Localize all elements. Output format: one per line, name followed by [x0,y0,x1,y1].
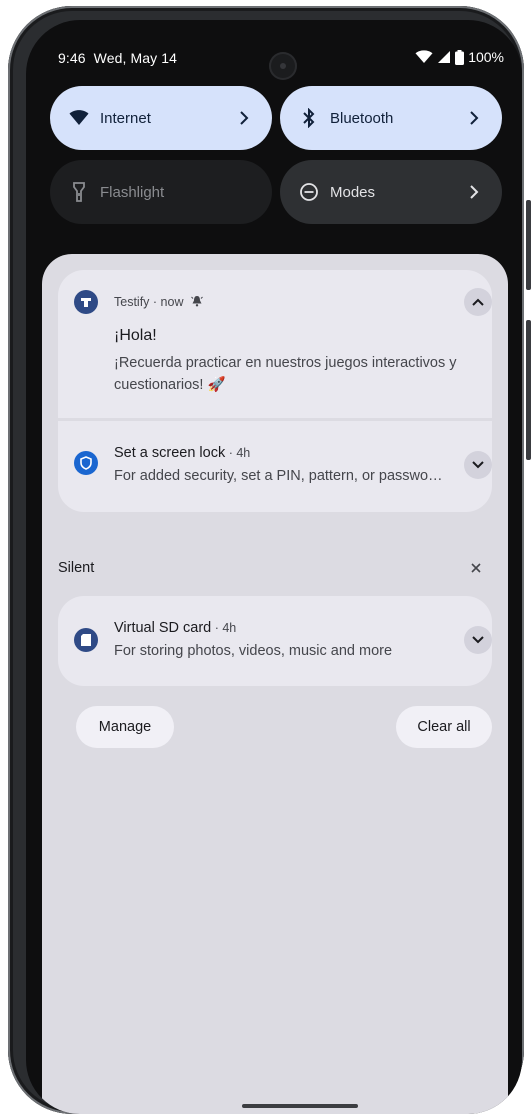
front-camera [269,52,297,80]
clock: 9:46 [58,50,86,66]
notification-shade: Testify · now ¡Hola! ¡Recuerda practicar… [42,254,508,1114]
notification-time: 4h [236,446,251,460]
notification-time: now [160,295,184,309]
chevron-right-icon [236,110,252,126]
app-name: Testify [114,295,150,309]
bluetooth-label: Bluetooth [330,109,394,127]
testify-header: Testify · now [114,295,203,309]
chevron-right-icon [466,184,482,200]
notification-body: For storing photos, videos, music and mo… [114,643,393,659]
battery-icon [455,49,465,65]
shield-icon [74,451,98,475]
phone-frame: 9:46 Wed, May 14 100% Internet Bluetooth… [8,6,524,1114]
bluetooth-icon [298,107,320,129]
notification-testify[interactable]: Testify · now ¡Hola! ¡Recuerda practicar… [58,270,492,418]
clear-all-button[interactable]: Clear all [396,706,492,748]
modes-icon [298,181,320,203]
notification-title: Set a screen lock [114,445,226,461]
chevron-up-icon [472,298,484,306]
flashlight-tile[interactable]: Flashlight [50,160,272,224]
bluetooth-tile[interactable]: Bluetooth [280,86,502,150]
battery-percent: 100% [468,49,504,65]
manage-button[interactable]: Manage [76,706,174,748]
home-indicator[interactable] [242,1104,358,1108]
modes-label: Modes [330,183,376,201]
notification-screen-lock[interactable]: Set a screen lock · 4h For added securit… [58,421,492,512]
notification-time: 4h [222,621,237,635]
chevron-down-icon [472,636,484,644]
notification-title: Virtual SD card [114,620,212,636]
notification-sd-card[interactable]: Virtual SD card · 4h For storing photos,… [58,596,492,686]
status-time-date: 9:46 Wed, May 14 [58,50,177,66]
cell-signal-icon [438,51,451,63]
sd-card-header: Virtual SD card · 4h [114,620,237,636]
notification-title: ¡Hola! [114,327,157,344]
notification-body: ¡Recuerda practicar en nuestros juegos i… [114,355,457,393]
status-icons: 100% [415,49,504,65]
chevron-down-icon [472,461,484,469]
screen-lock-header: Set a screen lock · 4h [114,445,251,461]
expand-button[interactable] [464,626,492,654]
power-button [526,200,531,290]
testify-app-icon [74,290,98,314]
collapse-button[interactable] [464,288,492,316]
chevron-right-icon [466,110,482,126]
alert-bell-icon [191,296,203,307]
date: Wed, May 14 [93,50,177,66]
volume-button [526,320,531,460]
flashlight-icon [68,181,90,203]
notification-body: For added security, set a PIN, pattern, … [114,468,443,484]
status-bar: 9:46 Wed, May 14 100% [26,46,522,80]
sd-card-icon [74,628,98,652]
expand-button[interactable] [464,451,492,479]
internet-label: Internet [100,109,151,127]
wifi-signal-icon [415,50,433,63]
notification-group-alerting: Testify · now ¡Hola! ¡Recuerda practicar… [58,270,492,512]
wifi-icon [68,107,90,129]
dismiss-silent-button[interactable] [466,558,486,578]
internet-tile[interactable]: Internet [50,86,272,150]
flashlight-label: Flashlight [100,183,165,201]
modes-tile[interactable]: Modes [280,160,502,224]
screen: 9:46 Wed, May 14 100% Internet Bluetooth… [26,20,522,1114]
silent-section-header: Silent [58,560,95,576]
close-icon [471,563,481,573]
